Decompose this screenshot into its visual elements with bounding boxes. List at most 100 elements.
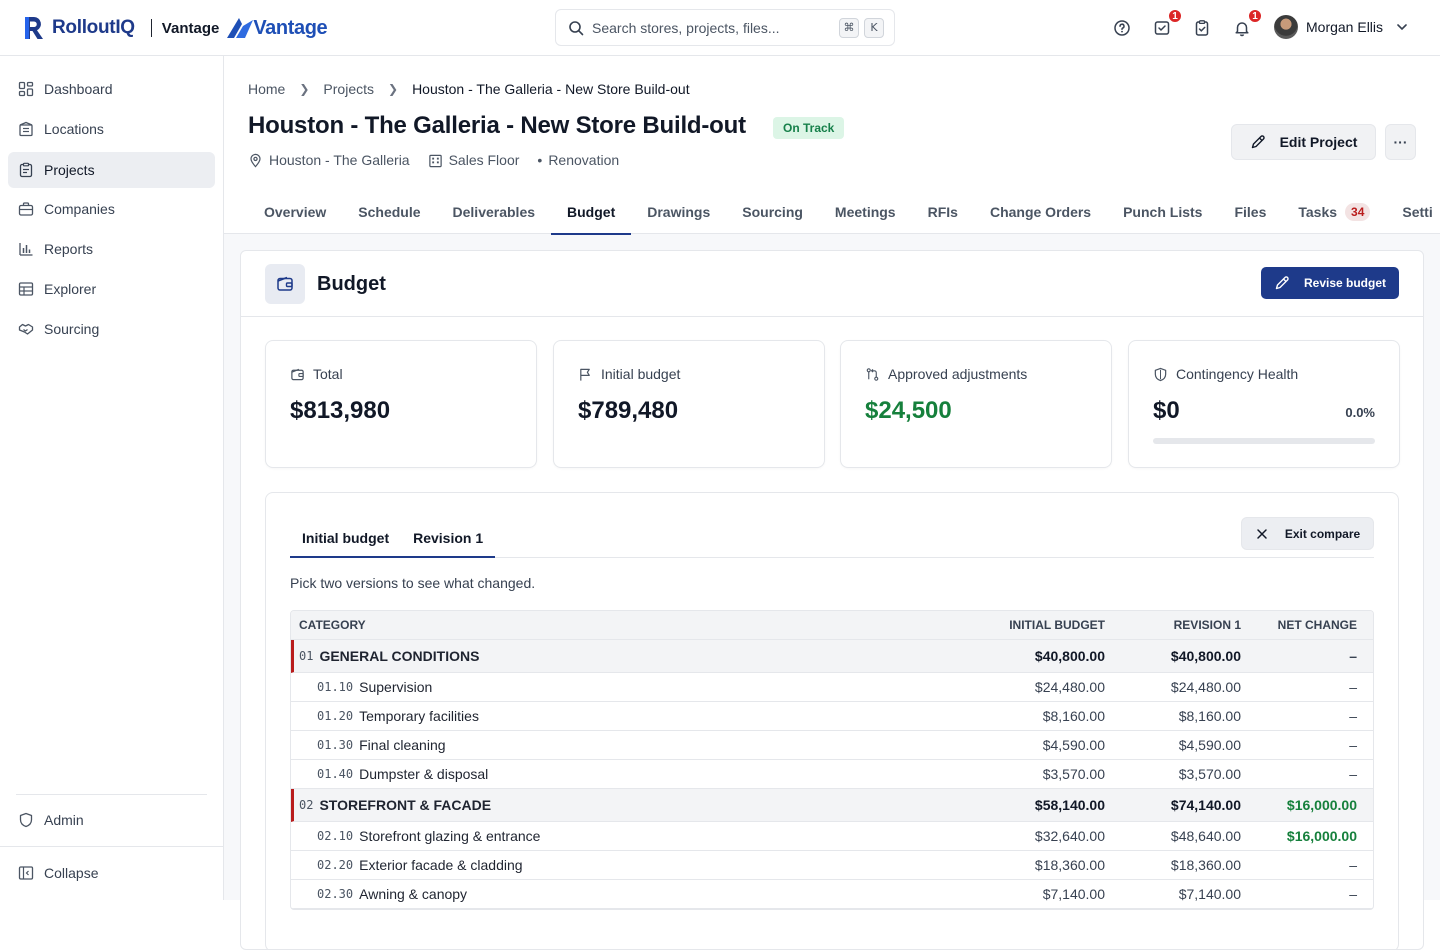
more-horizontal-icon: ··· <box>1393 134 1408 150</box>
sidebar-item-label: Collapse <box>44 865 99 881</box>
cell-category: 02 STOREFRONT & FACADE <box>294 797 955 813</box>
breadcrumb-projects-link[interactable]: Projects <box>323 81 374 97</box>
tab-punch-lists[interactable]: Punch Lists <box>1107 189 1218 234</box>
breadcrumb-home-link[interactable]: Home <box>248 81 285 97</box>
cell-code: 02.20 <box>317 858 354 872</box>
logo[interactable]: RolloutIQ Vantage Vantage <box>22 14 328 42</box>
git-compare-icon <box>866 367 879 381</box>
cell-name: STOREFRONT & FACADE <box>319 797 492 813</box>
cell-initial-budget: $3,570.00 <box>1042 766 1105 782</box>
table-group-row[interactable]: 01 GENERAL CONDITIONS $40,800.00 $40,800.00… <box>291 640 1373 673</box>
table-row[interactable]: 01.30 Final cleaning $4,590.00 $4,590.00 – <box>291 731 1373 760</box>
stat-card-total: Total $813,980 <box>265 340 537 468</box>
search-input[interactable]: Search stores, projects, files... ⌘ K <box>555 9 895 46</box>
column-header-revision-1[interactable]: REVISION 1 <box>1105 618 1241 632</box>
tasks-button[interactable] <box>1192 18 1212 38</box>
revise-budget-button[interactable]: Revise budget <box>1261 267 1399 299</box>
budget-title: Budget <box>317 273 386 295</box>
help-button[interactable] <box>1112 18 1132 38</box>
inbox-badge: 1 <box>1167 8 1183 24</box>
tab-deliverables[interactable]: Deliverables <box>437 189 552 234</box>
cell-revision: $4,590.00 <box>1178 737 1241 753</box>
tab-meetings[interactable]: Meetings <box>819 189 912 234</box>
tab-files[interactable]: Files <box>1218 189 1282 234</box>
cell-code: 01 <box>299 649 314 663</box>
cell-initial-budget: $8,160.00 <box>1042 708 1105 724</box>
cell-category: 01.40 Dumpster & disposal <box>291 766 955 782</box>
cell-initial-budget: $24,480.00 <box>1034 679 1105 695</box>
project-meta: Houston - The Galleria Sales Floor • Ren… <box>248 152 637 168</box>
avatar <box>1274 15 1298 39</box>
table-row[interactable]: 01.10 Supervision $24,480.00 $24,480.00 – <box>291 673 1373 702</box>
sidebar-item-reports[interactable]: Reports <box>8 231 215 267</box>
cell-category: 01.20 Temporary facilities <box>291 708 955 724</box>
top-bar: RolloutIQ Vantage Vantage Search stores,… <box>0 0 1440 56</box>
table-row[interactable]: 02.30 Awning & canopy $7,140.00 $7,140.00– <box>291 880 1373 909</box>
tab-sourcing[interactable]: Sourcing <box>726 189 819 234</box>
cell-revision: $40,800.00 <box>1170 648 1241 664</box>
sidebar-collapse-button[interactable]: Collapse <box>8 855 215 891</box>
tab-tasks[interactable]: Tasks 34 <box>1282 189 1386 234</box>
column-header-net-change[interactable]: NET CHANGE <box>1241 618 1373 632</box>
cell-initial-budget: $58,140.00 <box>1034 797 1105 813</box>
cell-revision: $48,640.00 <box>1170 828 1241 844</box>
handshake-icon <box>18 323 34 335</box>
cell-initial-budget: $4,590.00 <box>1042 737 1105 753</box>
cell-net-change: – <box>1349 737 1357 753</box>
user-menu[interactable]: Morgan Ellis <box>1274 15 1409 39</box>
cell-code: 01.20 <box>317 709 354 723</box>
tab-overview[interactable]: Overview <box>248 189 342 234</box>
table-row[interactable]: 02.20 Exterior facade & cladding $18,360.0… <box>291 851 1373 880</box>
sidebar-item-sourcing[interactable]: Sourcing <box>8 311 215 347</box>
sidebar-item-admin[interactable]: Admin <box>8 802 215 838</box>
budget-compare-panel: Initial budget Revision 1 Exit compare P… <box>265 492 1399 949</box>
inbox-button[interactable]: 1 <box>1152 8 1183 38</box>
tab-budget[interactable]: Budget <box>551 189 632 235</box>
cell-net-change: – <box>1349 766 1357 782</box>
tab-label: Punch Lists <box>1123 203 1203 220</box>
stat-card-contingency-health: Contingency Health $0 0.0% <box>1128 340 1400 468</box>
contingency-progress-bar <box>1153 438 1375 444</box>
notifications-button[interactable]: 1 <box>1232 8 1263 38</box>
status-badge: On Track <box>773 117 845 139</box>
tab-change-orders[interactable]: Change Orders <box>974 189 1107 234</box>
sidebar-item-dashboard[interactable]: Dashboard <box>8 71 215 107</box>
table-row[interactable]: 01.20 Temporary facilities $8,160.00 $8,160… <box>291 702 1373 731</box>
version-tab-initial[interactable]: Initial budget <box>290 517 401 558</box>
column-header-initial-budget[interactable]: INITIAL BUDGET <box>955 618 1105 632</box>
sidebar-item-locations[interactable]: Locations <box>8 111 215 147</box>
building-icon <box>19 121 33 137</box>
table-row[interactable]: 02.10 Storefront glazing & entrance $32,64… <box>291 822 1373 851</box>
sidebar-item-explorer[interactable]: Explorer <box>8 271 215 307</box>
pencil-icon <box>1275 276 1289 290</box>
exit-compare-label: Exit compare <box>1284 526 1361 541</box>
tab-settings[interactable]: Setti <box>1386 189 1440 234</box>
project-location: Houston - The Galleria <box>248 152 410 168</box>
table-group-row[interactable]: 02 STOREFRONT & FACADE $58,140.00 $74,140.0… <box>291 789 1373 822</box>
version-tab-revision-1[interactable]: Revision 1 <box>401 517 495 558</box>
sidebar-item-label: Companies <box>44 201 115 217</box>
cell-name: Temporary facilities <box>359 708 479 724</box>
sidebar-item-companies[interactable]: Companies <box>8 191 215 227</box>
map-pin-icon <box>250 153 261 168</box>
sidebar-item-projects[interactable]: Projects <box>8 152 215 188</box>
clipboard-check-icon <box>1195 20 1209 36</box>
notifications-badge: 1 <box>1247 8 1263 24</box>
inbox-check-icon <box>1154 21 1170 35</box>
column-header-category[interactable]: CATEGORY <box>291 618 955 632</box>
exit-compare-button[interactable]: Exit compare <box>1241 517 1374 550</box>
tab-rfis[interactable]: RFIs <box>912 189 974 234</box>
tab-drawings[interactable]: Drawings <box>631 189 726 234</box>
cell-net-change: – <box>1349 679 1357 695</box>
stat-label-text: Initial budget <box>601 366 681 382</box>
cell-net-change: $16,000.00 <box>1286 828 1357 844</box>
bullet-icon: • <box>537 152 543 168</box>
stat-value-initial: $789,480 <box>578 397 679 424</box>
pencil-icon <box>1251 135 1265 149</box>
tab-schedule[interactable]: Schedule <box>342 189 436 234</box>
project-type: • Renovation <box>537 152 619 168</box>
edit-project-button[interactable]: Edit Project <box>1231 124 1376 160</box>
more-options-button[interactable]: ··· <box>1385 124 1416 160</box>
sidebar-item-label: Sourcing <box>44 321 100 337</box>
table-row[interactable]: 01.40 Dumpster & disposal $3,570.00 $3,570.… <box>291 760 1373 789</box>
